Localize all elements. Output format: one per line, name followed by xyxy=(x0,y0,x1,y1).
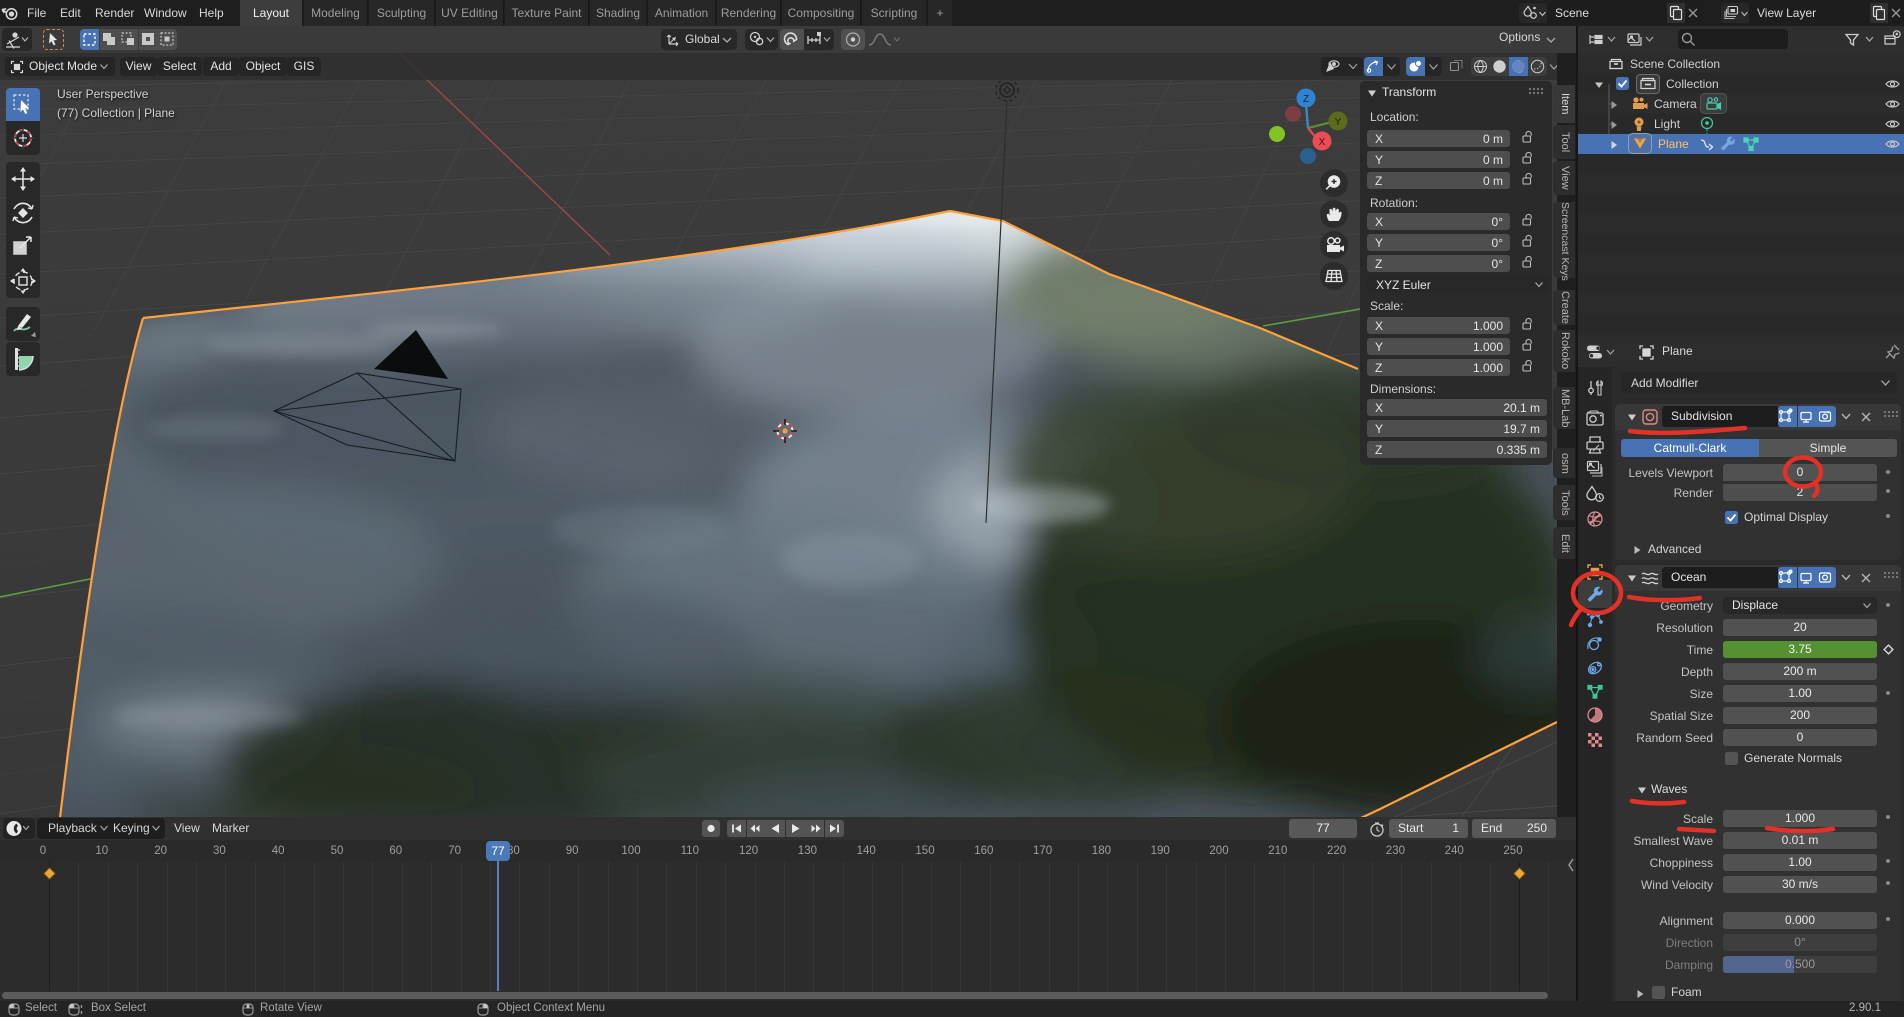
svg-text:X: X xyxy=(1319,137,1326,148)
svg-text:Z: Z xyxy=(1303,94,1309,105)
svg-text:Y: Y xyxy=(1335,117,1342,128)
